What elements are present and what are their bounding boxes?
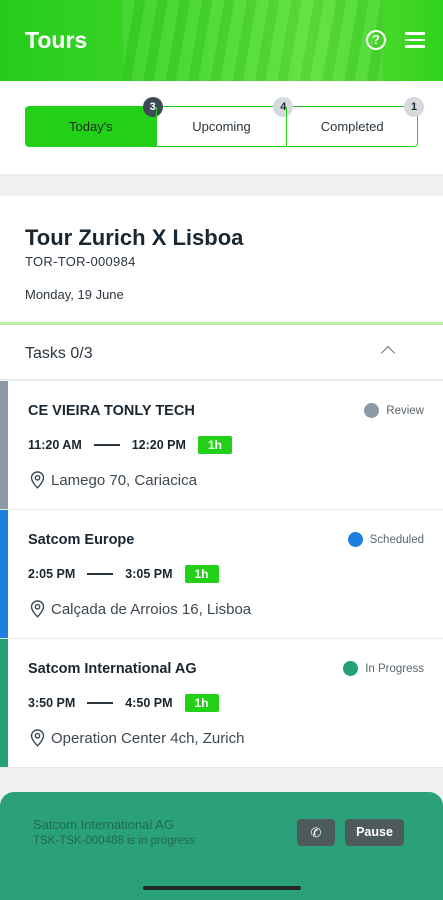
tasks-count-label: Tasks 0/3 [25,345,93,362]
duration-badge: 1h [184,565,219,583]
task-address: Calçada de Arroios 16, Lisboa [30,600,251,618]
tabs-card: Today's 3 Upcoming 4 Completed 1 [0,81,443,174]
task-status-bar [0,639,8,767]
task-end-time: 3:05 PM [125,567,173,581]
tab-todays[interactable]: Today's 3 [26,97,163,146]
phone-icon[interactable]: ✆ [297,819,335,846]
task-time-row: 11:20 AM 12:20 PM 1h [28,436,232,454]
count-badge: 1 [404,97,425,117]
status-label: In Progress [365,662,424,675]
status-badge: Scheduled [347,532,424,547]
tab-completed[interactable]: Completed 1 [286,97,425,146]
chevron-up-icon[interactable] [380,345,396,361]
home-indicator [143,886,301,890]
location-pin-icon [30,471,45,489]
pause-button[interactable]: Pause [345,819,404,846]
tasks-header[interactable]: Tasks 0/3 [0,325,443,380]
location-pin-icon [30,729,45,747]
tab-upcoming[interactable]: Upcoming 4 [155,97,294,146]
status-dot-icon [347,532,363,547]
active-task-status: TSK-TSK-000488 is in progress [33,835,196,847]
time-separator [87,573,114,575]
task-name: CE VIEIRA TONLY TECH [28,403,195,419]
task-start-time: 11:20 AM [28,438,82,452]
status-badge: Review [364,403,424,418]
address-text: Lamego 70, Cariacica [51,471,197,489]
active-task-company: Satcom International AG [33,817,174,832]
location-pin-icon [30,600,45,618]
task-start-time: 3:50 PM [28,696,76,710]
task-status-bar [0,510,8,638]
page-title: Tours [25,27,88,53]
status-dot-icon [364,403,380,418]
task-row[interactable]: Satcom International AG In Progress 3:50… [0,639,443,768]
tour-card: Tour Zurich X Lisboa TOR-TOR-000984 Mond… [0,196,443,324]
tab-label: Today's [69,119,113,134]
address-text: Operation Center 4ch, Zurich [51,729,245,747]
status-label: Scheduled [369,533,424,546]
status-dot-icon [343,661,359,676]
duration-badge: 1h [184,694,219,712]
task-name: Satcom Europe [28,532,135,548]
task-end-time: 4:50 PM [125,696,173,710]
tour-tabs: Today's 3 Upcoming 4 Completed 1 [25,97,425,147]
task-status-bar [0,381,8,509]
status-badge: In Progress [343,661,424,676]
hamburger-menu-icon[interactable] [405,32,425,48]
task-row[interactable]: CE VIEIRA TONLY TECH Review 11:20 AM 12:… [0,381,443,510]
duration-badge: 1h [197,436,232,454]
task-start-time: 2:05 PM [28,567,76,581]
task-address: Operation Center 4ch, Zurich [30,729,244,747]
header-background-pattern [123,0,383,81]
address-text: Calçada de Arroios 16, Lisboa [51,600,252,618]
task-end-time: 12:20 PM [131,438,186,452]
task-row[interactable]: Satcom Europe Scheduled 2:05 PM 3:05 PM … [0,510,443,639]
task-time-row: 2:05 PM 3:05 PM 1h [28,565,219,583]
task-address: Lamego 70, Cariacica [30,471,197,489]
time-separator [93,444,120,446]
task-time-row: 3:50 PM 4:50 PM 1h [28,694,219,712]
task-name: Satcom International AG [28,661,197,677]
active-task-bar[interactable]: Satcom International AG TSK-TSK-000488 i… [0,792,443,900]
tour-date: Monday, 19 June [25,287,124,302]
tour-code: TOR-TOR-000984 [25,254,136,269]
help-circle-icon[interactable]: ? [366,30,386,50]
status-label: Review [386,404,424,417]
tour-name: Tour Zurich X Lisboa [25,225,244,250]
time-separator [87,702,114,704]
tab-label: Upcoming [192,119,251,134]
tab-label: Completed [320,119,384,134]
app-header: Tours ? [0,0,443,81]
